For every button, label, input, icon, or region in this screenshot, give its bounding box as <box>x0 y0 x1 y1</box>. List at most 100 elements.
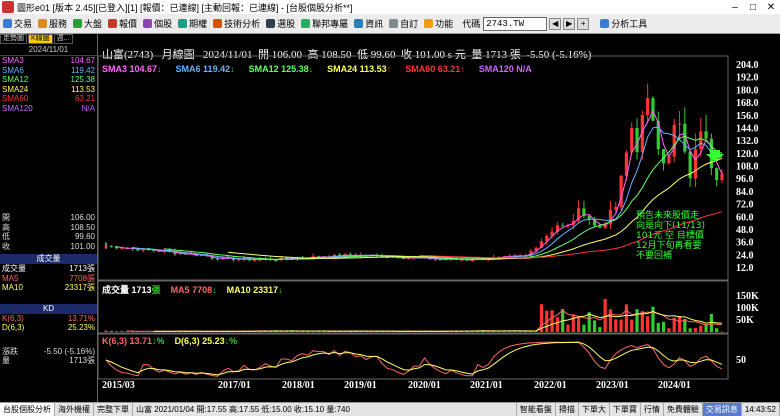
volume-bar <box>115 331 119 332</box>
candle-body <box>693 149 698 179</box>
menu-item-label: 聯邦專屬 <box>312 19 349 29</box>
app-logo-icon <box>2 1 14 13</box>
menu-item[interactable]: 報價 <box>105 17 140 30</box>
status-btn-quote[interactable]: 行情 <box>641 402 664 416</box>
candle-body <box>104 245 108 247</box>
status-tab-overseas[interactable]: 海外機權 <box>55 402 94 416</box>
menu-item-label: 大盤 <box>84 19 103 29</box>
candle-body <box>704 131 708 139</box>
close-icon[interactable]: ✕ <box>762 2 780 13</box>
volume-bar <box>624 304 629 332</box>
chart-icon <box>213 19 223 28</box>
menu-item[interactable]: 聯邦專屬 <box>298 17 351 30</box>
volume-legend-ma10-arrow: ↓ <box>278 285 283 295</box>
data-row-label: SMA120 <box>2 103 33 113</box>
status-btn-smart[interactable]: 智能看盤 <box>517 402 556 416</box>
status-btn-scan[interactable]: 掃描 <box>556 402 579 416</box>
data-row: MA10 23317張 <box>0 283 97 293</box>
date-tick-label: 2024/01 <box>658 380 691 391</box>
function-icon <box>424 19 434 28</box>
data-row-value: 101.00 <box>70 241 95 251</box>
annotation-line: 預告未來股價走 <box>636 209 699 221</box>
status-tab-analysis[interactable]: 台股個股分析 <box>0 402 55 416</box>
menu-item[interactable]: 功能 <box>421 17 456 30</box>
data-row-value: 113.53 <box>71 84 95 94</box>
status-btn-order-big[interactable]: 下單大 <box>579 402 610 416</box>
data-row-label: 收 <box>2 241 10 251</box>
menu-item[interactable]: 服務 <box>35 17 70 30</box>
data-row-label: SMA6 <box>2 65 24 75</box>
status-trade-alert[interactable]: 交易訊息 <box>702 402 742 416</box>
candle-body <box>651 98 655 121</box>
minimize-icon[interactable]: – <box>726 2 744 13</box>
volume-bar <box>715 328 719 332</box>
add-icon[interactable]: + <box>577 17 590 30</box>
data-row: 低 99.60 <box>0 232 97 242</box>
kd-legend-d-arrow: ↓% <box>224 336 238 346</box>
analysis-tools-menu[interactable]: 分析工具 <box>597 17 650 30</box>
candle-body <box>109 245 113 247</box>
bank-icon <box>301 19 311 28</box>
data-row-label: SMA24 <box>2 84 29 94</box>
kd-d-line <box>105 341 723 376</box>
price-rows: 開 106.00 高 108.50 低 99.60 收 101.00 <box>0 213 97 251</box>
data-row-value: 1713張 <box>69 264 95 273</box>
price-tick-label: 192.0 <box>736 73 759 84</box>
custom-icon <box>389 19 399 28</box>
data-row: 開 106.00 <box>0 213 97 223</box>
status-btn-order-treasure[interactable]: 下單寶 <box>610 402 641 416</box>
menu-item-label: 報價 <box>119 19 138 29</box>
data-row: 高 108.50 <box>0 223 97 233</box>
data-row-label: SMA60 <box>2 94 29 103</box>
price-tick-label: 72.0 <box>736 200 754 211</box>
volume-tick-label: 150K <box>736 291 759 302</box>
data-row: MA5 7708張 <box>0 274 97 284</box>
quote-icon <box>108 19 118 28</box>
prev-icon[interactable]: ◀ <box>549 17 562 30</box>
volume-tick-label: 50K <box>736 315 754 326</box>
volume-bar <box>555 317 559 332</box>
kd-section-header: KD <box>0 303 97 314</box>
data-row-label: SMA12 <box>2 75 29 84</box>
candle-body <box>646 98 650 116</box>
data-row-label: 開 <box>2 213 10 222</box>
stock-code-input[interactable] <box>483 16 548 31</box>
chart-svg: 204.0 192.0180.0 168.0 156.0144.0 132.0 120.0… <box>98 55 759 391</box>
volume-legend-vol: 成交量 1713 <box>102 285 152 295</box>
candle-body <box>699 131 703 150</box>
annotation-line: 101元 空 目標價 <box>636 229 704 241</box>
volume-legend-ma5: MA5 7708 <box>170 285 213 295</box>
change-rows: 漲跌 -5.50 (-5.16%) 量 1713張 <box>0 347 97 366</box>
kd-legend: K(6,3) 13.71↓% D(6,3) 25.23↓% <box>102 336 237 346</box>
data-row-value: 23317張 <box>64 283 95 292</box>
menu-item[interactable]: 期權 <box>175 17 210 30</box>
tab-week[interactable]: 週... <box>53 34 73 44</box>
price-tick-label: 24.0 <box>736 250 754 261</box>
menu-item[interactable]: 選股 <box>263 17 298 30</box>
menu-item[interactable]: 交易 <box>0 17 35 30</box>
tab-trend[interactable]: 走勢圖 <box>0 34 27 44</box>
data-row-value: 63.21 <box>74 94 95 103</box>
maximize-icon[interactable]: □ <box>744 2 762 13</box>
kd-legend-k: K(6,3) 13.71 <box>102 336 153 346</box>
menu-item[interactable]: 技術分析 <box>210 17 263 30</box>
annotation-line: 12月下旬再看要 <box>636 239 701 251</box>
menu-item[interactable]: 個股 <box>140 17 175 30</box>
status-tab-order[interactable]: 完整下單 <box>94 402 133 416</box>
next-icon[interactable]: ▶ <box>563 17 576 30</box>
data-row: 成交量 1713張 <box>0 264 97 274</box>
menu-item[interactable]: 資訊 <box>351 17 386 30</box>
menu-item[interactable]: 大盤 <box>70 17 105 30</box>
status-btn-trial[interactable]: 免費體驗 <box>664 402 703 416</box>
data-row-label: K(6,3) <box>2 313 24 323</box>
tab-kline[interactable]: K線圖 <box>28 34 53 44</box>
volume-bar <box>630 319 634 332</box>
date-tick-label: 2023/01 <box>596 380 629 391</box>
info-icon <box>354 19 364 28</box>
kd-k-line <box>105 341 723 377</box>
price-tick-label: 84.0 <box>736 187 754 198</box>
volume-bar <box>693 328 698 332</box>
volume-bar <box>646 316 650 332</box>
menu-item[interactable]: 自訂 <box>386 17 421 30</box>
chart-area[interactable]: 山富(2743) 月線圖 2024/11/01 開 106.00 高 108.5… <box>98 34 780 402</box>
